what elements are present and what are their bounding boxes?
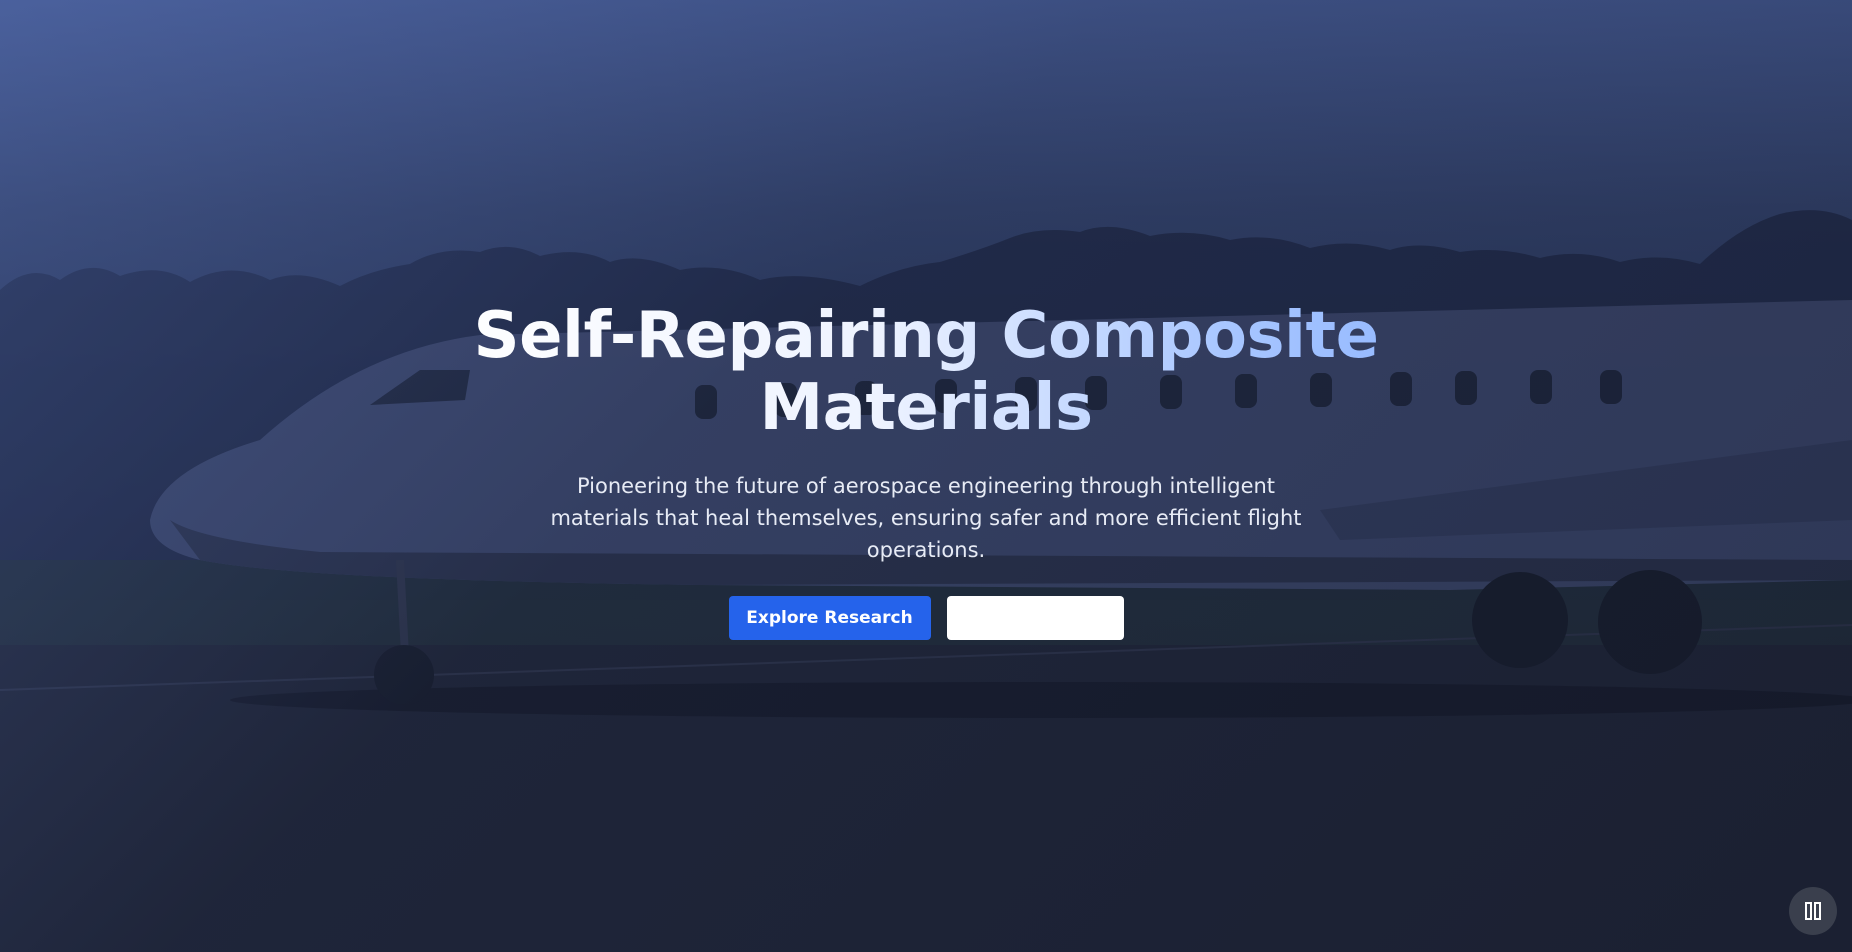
hero-title: Self-Repairing Composite Materials — [426, 300, 1426, 444]
explore-research-button[interactable]: Explore Research — [728, 596, 931, 640]
hero-content: Self-Repairing Composite Materials Pione… — [0, 300, 1852, 640]
pause-video-button[interactable] — [1789, 887, 1837, 935]
hero-subtitle: Pioneering the future of aerospace engin… — [550, 474, 1302, 562]
jet-shadow — [230, 682, 1852, 718]
secondary-button[interactable] — [946, 596, 1124, 640]
pause-icon — [1805, 902, 1821, 920]
hero-section: Self-Repairing Composite Materials Pione… — [0, 0, 1852, 952]
hero-actions: Explore Research — [0, 596, 1852, 640]
nose-wheel — [374, 645, 434, 705]
